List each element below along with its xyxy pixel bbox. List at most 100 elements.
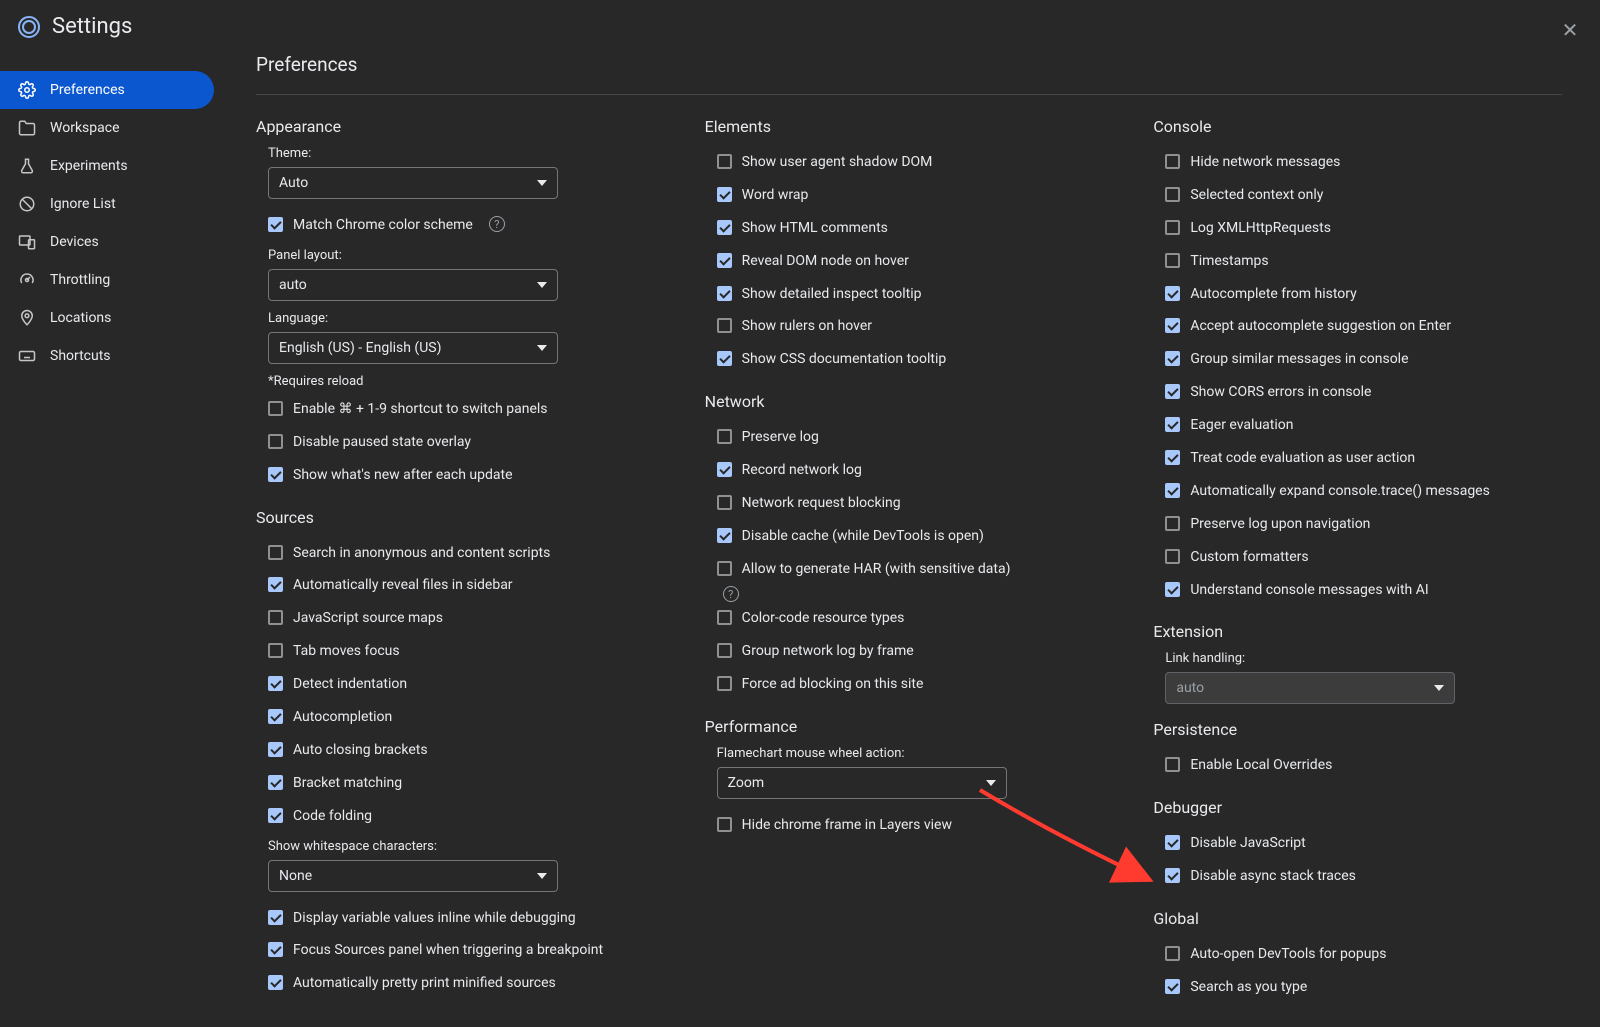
sidebar-item-throttling[interactable]: Throttling	[0, 261, 214, 299]
show-whats-new-checkbox[interactable]: Show what's new after each update	[256, 459, 665, 492]
whitespace-select[interactable]: None	[268, 860, 558, 892]
checkbox-icon	[268, 808, 283, 823]
devices-icon	[18, 233, 36, 251]
auto-closing-checkbox[interactable]: Auto closing brackets	[256, 734, 665, 767]
disable-js-checkbox[interactable]: Disable JavaScript	[1153, 827, 1562, 860]
understand-ai-checkbox[interactable]: Understand console messages with AI	[1153, 574, 1562, 607]
request-blocking-checkbox[interactable]: Network request blocking	[705, 487, 1114, 520]
keyboard-icon	[18, 347, 36, 365]
section-extension: Extension	[1153, 622, 1562, 641]
checkbox-icon	[1165, 483, 1180, 498]
speed-icon	[18, 271, 36, 289]
timestamps-checkbox[interactable]: Timestamps	[1153, 245, 1562, 278]
gear-icon	[18, 81, 36, 99]
checkbox-icon	[268, 577, 283, 592]
eager-eval-checkbox[interactable]: Eager evaluation	[1153, 409, 1562, 442]
detailed-tooltip-checkbox[interactable]: Show detailed inspect tooltip	[705, 278, 1114, 311]
link-handling-select[interactable]: auto	[1165, 672, 1455, 704]
checkbox-icon	[1165, 979, 1180, 994]
color-code-checkbox[interactable]: Color-code resource types	[705, 602, 1114, 635]
panel-layout-select[interactable]: auto	[268, 269, 558, 301]
group-frame-checkbox[interactable]: Group network log by frame	[705, 635, 1114, 668]
selected-context-checkbox[interactable]: Selected context only	[1153, 179, 1562, 212]
show-cors-checkbox[interactable]: Show CORS errors in console	[1153, 376, 1562, 409]
sidebar-item-locations[interactable]: Locations	[0, 299, 214, 337]
sidebar-item-label: Workspace	[50, 120, 120, 136]
checkbox-icon	[717, 817, 732, 832]
bracket-match-checkbox[interactable]: Bracket matching	[256, 767, 665, 800]
sidebar-item-label: Preferences	[50, 82, 125, 98]
checkbox-icon	[268, 709, 283, 724]
sidebar-item-experiments[interactable]: Experiments	[0, 147, 214, 185]
css-docs-checkbox[interactable]: Show CSS documentation tooltip	[705, 343, 1114, 376]
search-anon-checkbox[interactable]: Search in anonymous and content scripts	[256, 537, 665, 570]
autocomplete-checkbox[interactable]: Autocompletion	[256, 701, 665, 734]
theme-select[interactable]: Auto	[268, 167, 558, 199]
checkbox-icon	[268, 775, 283, 790]
word-wrap-checkbox[interactable]: Word wrap	[705, 179, 1114, 212]
autocomplete-history-checkbox[interactable]: Autocomplete from history	[1153, 278, 1562, 311]
sidebar-item-label: Locations	[50, 310, 111, 326]
section-elements: Elements	[705, 117, 1114, 136]
auto-open-checkbox[interactable]: Auto-open DevTools for popups	[1153, 938, 1562, 971]
reveal-dom-checkbox[interactable]: Reveal DOM node on hover	[705, 245, 1114, 278]
allow-har-checkbox[interactable]: Allow to generate HAR (with sensitive da…	[705, 553, 1114, 586]
checkbox-icon	[1165, 220, 1180, 235]
tab-moves-checkbox[interactable]: Tab moves focus	[256, 635, 665, 668]
code-folding-checkbox[interactable]: Code folding	[256, 800, 665, 833]
enable-shortcut-checkbox[interactable]: Enable ⌘ + 1-9 shortcut to switch panels	[256, 393, 665, 426]
column-1: Appearance Theme: Auto Match Chrome colo…	[256, 109, 665, 1004]
checkbox-icon	[717, 318, 732, 333]
help-icon[interactable]: ?	[489, 216, 505, 232]
sidebar-item-ignore-list[interactable]: Ignore List	[0, 185, 214, 223]
title-divider	[256, 94, 1562, 95]
record-log-checkbox[interactable]: Record network log	[705, 454, 1114, 487]
sidebar-item-preferences[interactable]: Preferences	[0, 71, 214, 109]
language-label: Language:	[268, 311, 665, 326]
focus-sources-checkbox[interactable]: Focus Sources panel when triggering a br…	[256, 934, 665, 967]
folder-icon	[18, 119, 36, 137]
sidebar-item-shortcuts[interactable]: Shortcuts	[0, 337, 214, 375]
sidebar-item-workspace[interactable]: Workspace	[0, 109, 214, 147]
shadow-dom-checkbox[interactable]: Show user agent shadow DOM	[705, 146, 1114, 179]
hide-chrome-frame-checkbox[interactable]: Hide chrome frame in Layers view	[705, 809, 1114, 842]
group-similar-checkbox[interactable]: Group similar messages in console	[1153, 343, 1562, 376]
pretty-print-checkbox[interactable]: Automatically pretty print minified sour…	[256, 967, 665, 1000]
theme-label: Theme:	[268, 146, 665, 161]
flame-select[interactable]: Zoom	[717, 767, 1007, 799]
section-console: Console	[1153, 117, 1562, 136]
treat-code-checkbox[interactable]: Treat code evaluation as user action	[1153, 442, 1562, 475]
disable-cache-checkbox[interactable]: Disable cache (while DevTools is open)	[705, 520, 1114, 553]
checkbox-icon	[1165, 384, 1180, 399]
help-icon[interactable]: ?	[723, 586, 739, 602]
custom-fmt-checkbox[interactable]: Custom formatters	[1153, 541, 1562, 574]
checkbox-icon	[717, 187, 732, 202]
hide-network-checkbox[interactable]: Hide network messages	[1153, 146, 1562, 179]
display-var-checkbox[interactable]: Display variable values inline while deb…	[256, 902, 665, 935]
js-source-maps-checkbox[interactable]: JavaScript source maps	[256, 602, 665, 635]
checkbox-icon	[1165, 154, 1180, 169]
local-overrides-checkbox[interactable]: Enable Local Overrides	[1153, 749, 1562, 782]
checkbox-icon	[1165, 187, 1180, 202]
log-xhr-checkbox[interactable]: Log XMLHttpRequests	[1153, 212, 1562, 245]
close-button[interactable]: ✕	[1558, 18, 1582, 42]
search-type-checkbox[interactable]: Search as you type	[1153, 971, 1562, 1004]
preserve-log-checkbox[interactable]: Preserve log	[705, 421, 1114, 454]
disable-async-checkbox[interactable]: Disable async stack traces	[1153, 860, 1562, 893]
link-handling-label: Link handling:	[1165, 651, 1562, 666]
language-select[interactable]: English (US) - English (US)	[268, 332, 558, 364]
checkbox-icon	[717, 351, 732, 366]
html-comments-checkbox[interactable]: Show HTML comments	[705, 212, 1114, 245]
detect-indent-checkbox[interactable]: Detect indentation	[256, 668, 665, 701]
checkbox-icon	[268, 545, 283, 560]
preserve-nav-checkbox[interactable]: Preserve log upon navigation	[1153, 508, 1562, 541]
force-ad-checkbox[interactable]: Force ad blocking on this site	[705, 668, 1114, 701]
disable-paused-checkbox[interactable]: Disable paused state overlay	[256, 426, 665, 459]
accept-enter-checkbox[interactable]: Accept autocomplete suggestion on Enter	[1153, 310, 1562, 343]
sidebar-item-devices[interactable]: Devices	[0, 223, 214, 261]
rulers-checkbox[interactable]: Show rulers on hover	[705, 310, 1114, 343]
auto-reveal-checkbox[interactable]: Automatically reveal files in sidebar	[256, 569, 665, 602]
checkbox-icon	[1165, 946, 1180, 961]
auto-expand-checkbox[interactable]: Automatically expand console.trace() mes…	[1153, 475, 1562, 508]
match-chrome-checkbox[interactable]: Match Chrome color scheme ?	[256, 209, 665, 242]
